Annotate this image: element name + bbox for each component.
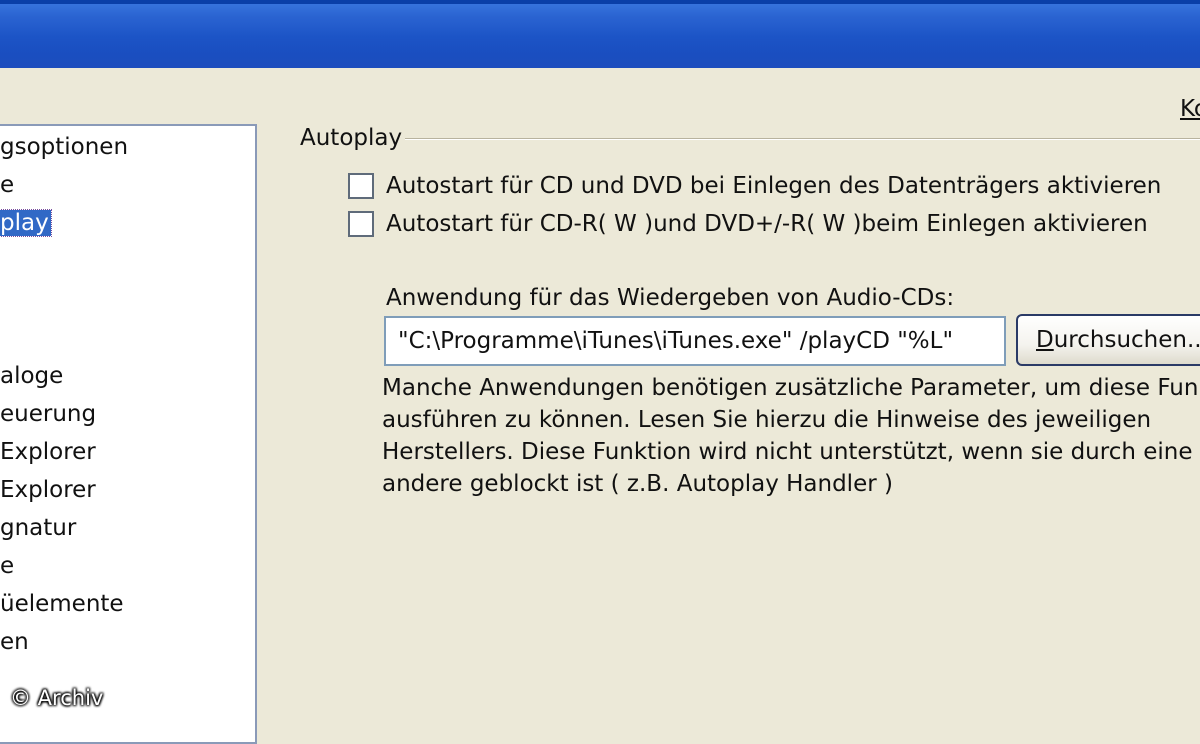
sidebar-item-startoptionen[interactable]: gsoptionen xyxy=(0,130,128,164)
corner-link[interactable]: Ko xyxy=(1180,96,1200,122)
sidebar-item-menueelemente[interactable]: üelemente xyxy=(0,587,124,621)
autostart-cdr-dvdr-checkbox-row[interactable]: Autostart für CD-R( W )und DVD+/-R( W )b… xyxy=(348,208,1148,240)
sidebar-item-label: euerung xyxy=(0,401,97,427)
sidebar-item-label: Explorer xyxy=(0,439,96,465)
autostart-cd-dvd-checkbox-row[interactable]: Autostart für CD und DVD bei Einlegen de… xyxy=(348,170,1161,202)
sidebar-item-signatur[interactable]: gnatur xyxy=(0,511,76,545)
sidebar-item-label: Explorer xyxy=(0,477,96,503)
help-text: Manche Anwendungen benötigen zusätzliche… xyxy=(382,372,1200,500)
audio-app-path-input[interactable] xyxy=(384,316,1006,366)
sidebar-item-label: play xyxy=(0,209,52,237)
sidebar-item-label: gnatur xyxy=(0,515,77,541)
sidebar-item-label: e xyxy=(0,172,15,198)
help-text-line: Herstellers. Diese Funktion wird nicht u… xyxy=(382,439,1193,465)
autostart-cdr-dvdr-checkbox[interactable] xyxy=(348,211,374,237)
autostart-cdr-dvdr-label[interactable]: Autostart für CD-R( W )und DVD+/-R( W )b… xyxy=(386,211,1148,237)
sidebar-item-e[interactable]: e xyxy=(0,168,14,202)
group-title: Autoplay xyxy=(300,125,403,151)
sidebar-item-dialoge[interactable]: aloge xyxy=(0,359,63,393)
help-text-line: andere geblockt ist ( z.B. Autoplay Hand… xyxy=(382,471,893,497)
help-text-line: Manche Anwendungen benötigen zusätzliche… xyxy=(382,375,1200,401)
sidebar-item-label: aloge xyxy=(0,363,64,389)
autostart-cd-dvd-checkbox[interactable] xyxy=(348,173,374,199)
category-list[interactable]: gsoptionen e play aloge euerung Explorer… xyxy=(0,124,257,744)
sidebar-item-label: e xyxy=(0,553,15,579)
sidebar-item-explorer-1[interactable]: Explorer xyxy=(0,435,96,469)
sidebar-item-label: en xyxy=(0,629,29,655)
browse-button[interactable]: Durchsuchen... xyxy=(1016,314,1200,366)
sidebar-item-label: üelemente xyxy=(0,591,124,617)
copyright-watermark: © Archiv xyxy=(10,686,104,710)
audio-app-label: Anwendung für das Wiedergeben von Audio-… xyxy=(386,285,955,311)
help-text-line: ausführen zu können. Lesen Sie hierzu di… xyxy=(382,407,1152,433)
sidebar-item-label: gsoptionen xyxy=(0,134,129,160)
sidebar-item-e-2[interactable]: e xyxy=(0,549,14,583)
window-title-bar[interactable] xyxy=(0,0,1200,68)
groupbox-border xyxy=(405,138,1200,140)
sidebar-item-en[interactable]: en xyxy=(0,625,29,659)
sidebar-item-autoplay[interactable]: play xyxy=(0,206,52,240)
sidebar-item-explorer-2[interactable]: Explorer xyxy=(0,473,96,507)
sidebar-item-steuerung[interactable]: euerung xyxy=(0,397,96,431)
autostart-cd-dvd-label[interactable]: Autostart für CD und DVD bei Einlegen de… xyxy=(386,173,1161,199)
title-bar-edge xyxy=(0,0,1200,4)
